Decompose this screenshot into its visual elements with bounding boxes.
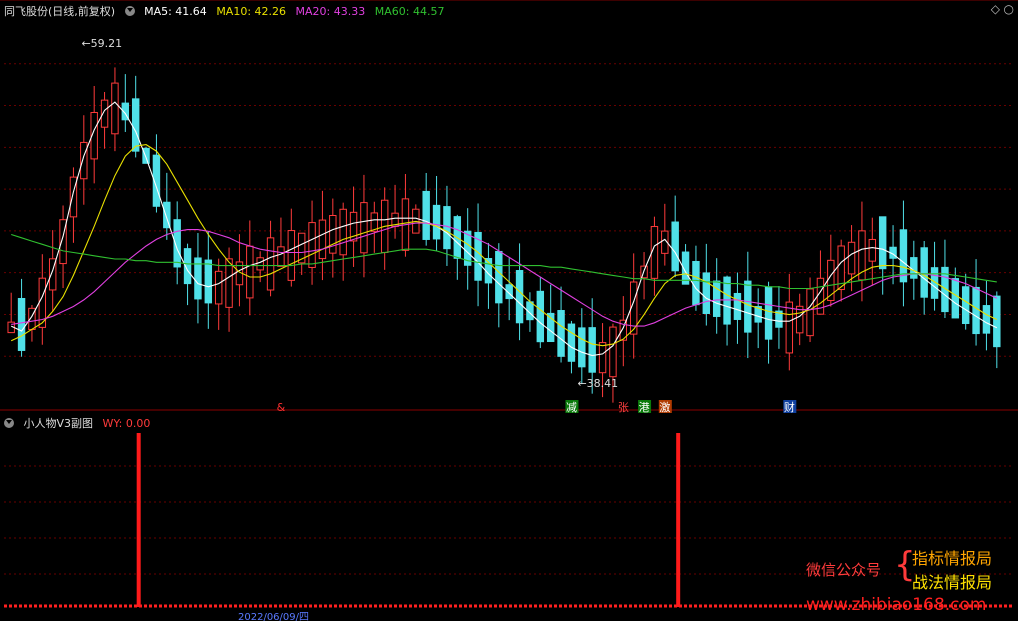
candle-body <box>318 219 327 260</box>
candle-body <box>495 250 503 304</box>
watermark-url: www.zhibiao168.com <box>806 595 987 615</box>
candle-body <box>266 237 275 291</box>
candle-body <box>712 280 721 317</box>
candle-body <box>536 290 545 343</box>
signal-mark: & <box>277 401 286 414</box>
candle-body <box>993 295 1001 348</box>
sub-value: WY: 0.00 <box>102 417 151 430</box>
candle-body <box>972 286 980 335</box>
watermark-right-2: 战法情报局 <box>912 573 993 592</box>
candle-body <box>982 305 991 334</box>
diamond-icon[interactable]: ◇ <box>991 2 1000 16</box>
ma-line-ma20 <box>11 222 998 327</box>
candle-body <box>692 260 700 306</box>
signal-mark: 激 <box>659 400 670 414</box>
candle-body <box>961 286 970 325</box>
candle-body <box>360 202 368 254</box>
low-marker: ←38.41 <box>577 377 618 390</box>
candle-body <box>329 214 337 254</box>
sub-header: 小人物V3副图 WY: 0.00 <box>4 415 156 431</box>
watermark-right-1: 指标情报局 <box>912 549 993 568</box>
candle-body <box>785 301 794 354</box>
stock-title[interactable]: 同飞股份(日线,前复权) <box>4 5 115 18</box>
wy-spike-bar <box>136 433 141 607</box>
candle-body <box>277 246 285 267</box>
candle-body <box>80 141 88 180</box>
candle-body <box>806 288 814 337</box>
signal-mark: 港 <box>639 401 650 414</box>
ma10-value: MA10: 42.26 <box>216 5 287 18</box>
candles <box>7 67 1001 403</box>
candle-body <box>744 280 752 333</box>
candle-body <box>578 327 586 368</box>
main-header: 同飞股份(日线,前复权) MA5: 41.64 MA10: 42.26 MA20… <box>4 3 450 19</box>
candle-body <box>422 190 430 240</box>
candle-body <box>308 222 316 268</box>
candle-body <box>920 247 928 298</box>
close-icon[interactable]: ○ <box>1004 2 1014 16</box>
candle-body <box>702 272 711 314</box>
candle-body <box>256 257 264 271</box>
sub-title[interactable]: 小人物V3副图 <box>24 417 94 430</box>
ma60-value: MA60: 44.57 <box>374 5 445 18</box>
candle-body <box>795 305 804 334</box>
candle-body <box>214 270 223 305</box>
candle-body <box>588 327 596 373</box>
watermark-left: 微信公众号 <box>806 561 882 579</box>
dropdown-icon[interactable] <box>124 6 135 16</box>
candle-body <box>432 204 441 240</box>
candle-body <box>764 286 773 340</box>
candle-body <box>733 292 742 320</box>
candle-body <box>878 216 887 270</box>
sub-chart: 2022/06/09/四 <box>136 433 681 621</box>
candle-body <box>204 259 213 304</box>
signal-mark: 张 <box>618 401 629 414</box>
chart-canvas: ←59.21 ←38.41 & 减 张港激 财 2022/06/09/四 <box>0 0 1018 621</box>
candle-body <box>515 270 524 324</box>
ma-line-ma5 <box>10 101 998 357</box>
candle-body <box>131 98 140 152</box>
candle-body <box>951 278 960 319</box>
candle-body <box>287 230 296 281</box>
ma20-value: MA20: 43.33 <box>295 5 366 18</box>
candle-body <box>111 82 119 135</box>
ma-lines <box>10 101 998 357</box>
candle-body <box>910 257 918 279</box>
candle-body <box>847 241 856 275</box>
signal-mark: 减 <box>566 401 577 414</box>
candle-body <box>17 297 26 351</box>
watermark: 微信公众号 { 指标情报局 战法情报局 www.zhibiao168.com <box>806 545 1011 621</box>
candle-body <box>246 245 254 299</box>
candle-body <box>557 310 565 357</box>
candle-body <box>671 221 679 272</box>
candle-body <box>567 323 576 362</box>
candle-body <box>598 342 607 374</box>
high-marker: ←59.21 <box>81 37 122 50</box>
dropdown-icon[interactable] <box>4 418 14 428</box>
signal-mark: 财 <box>784 400 795 414</box>
candle-body <box>868 238 877 262</box>
wy-spike-bar <box>676 433 681 607</box>
candle-body <box>339 208 347 256</box>
date-label: 2022/06/09/四 <box>238 612 309 621</box>
ma5-value: MA5: 41.64 <box>144 5 207 18</box>
candle-body <box>443 206 451 250</box>
candle-body <box>609 326 617 378</box>
